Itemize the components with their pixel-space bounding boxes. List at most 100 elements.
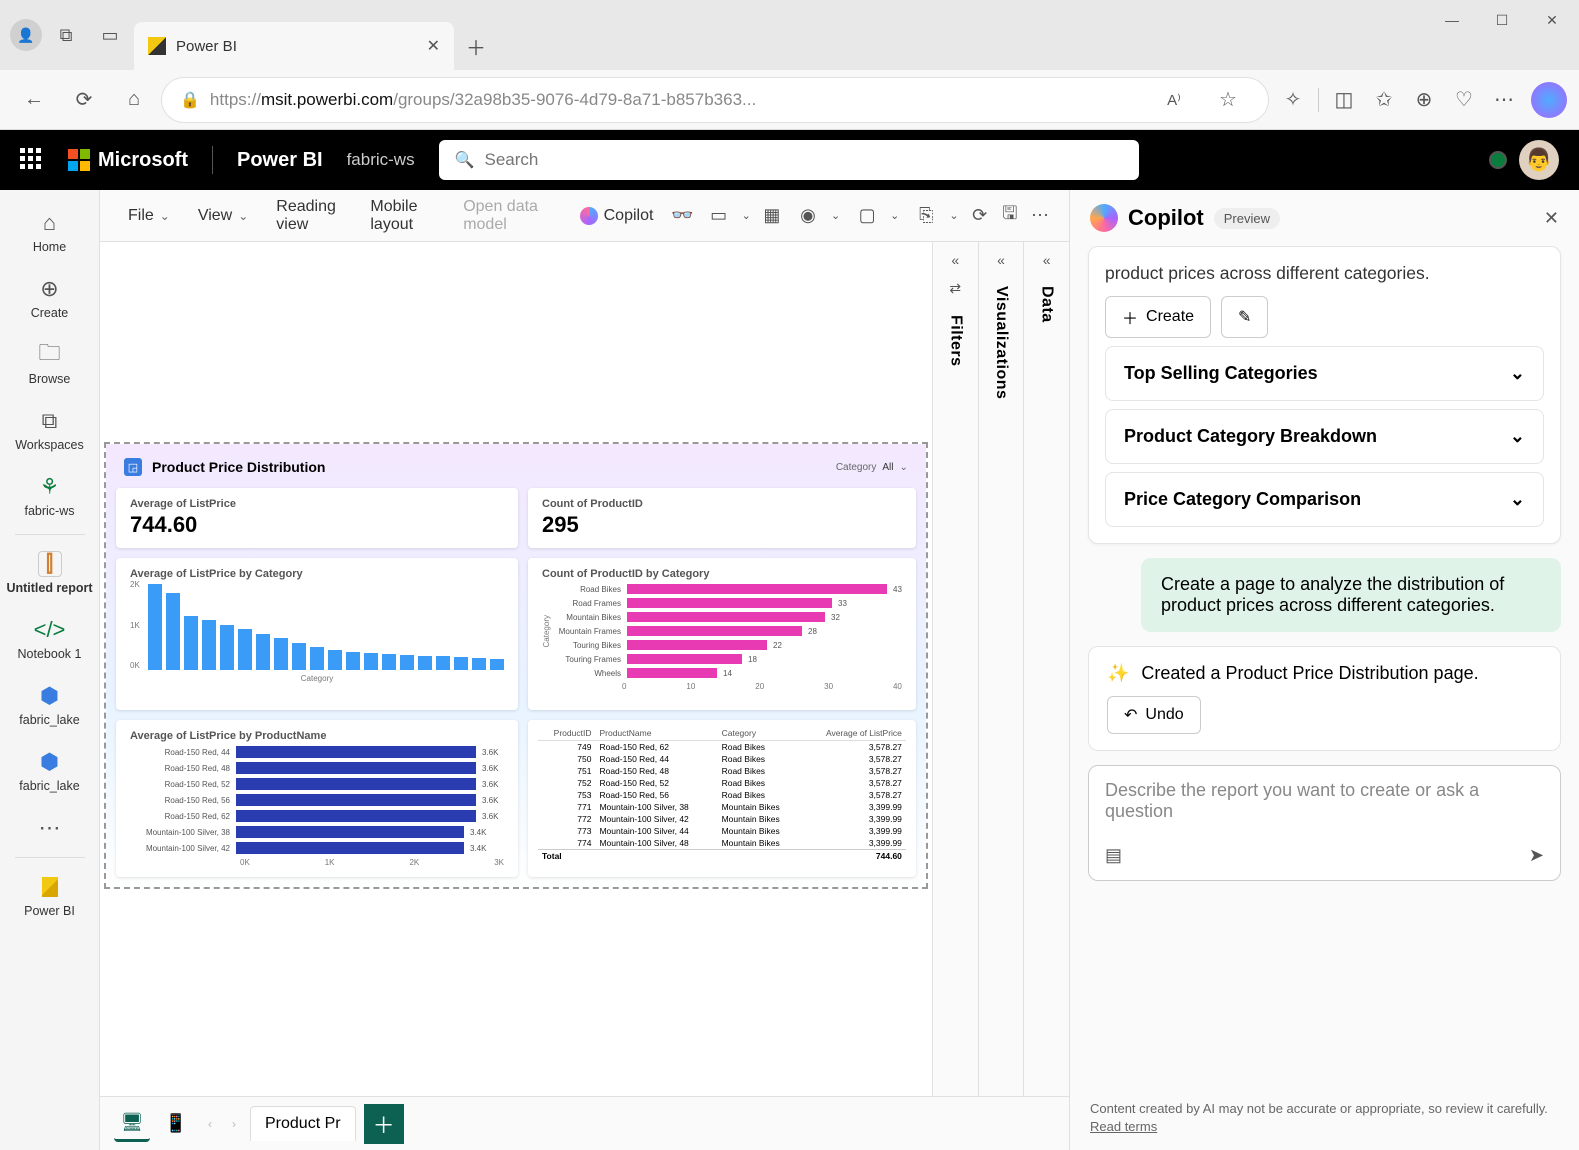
copilot-toolbar-button[interactable]: Copilot [568, 199, 666, 233]
desktop-view-icon[interactable]: 🖥 [114, 1106, 150, 1142]
health-icon[interactable]: ♡ [1445, 78, 1483, 122]
text-box-icon[interactable]: ▭ [700, 197, 738, 235]
maximize-button[interactable]: ☐ [1479, 4, 1525, 36]
split-screen-icon[interactable]: ◫ [1325, 78, 1363, 122]
presence-icon[interactable] [1489, 151, 1507, 169]
prev-page-icon[interactable]: ‹ [202, 1117, 218, 1131]
chart-avg-listprice-productname[interactable]: Average of ListPrice by ProductName Road… [116, 720, 518, 877]
collections-icon[interactable]: ⊕ [1405, 78, 1443, 122]
back-button[interactable]: ← [12, 78, 56, 122]
save-icon[interactable]: 🖫 [997, 197, 1023, 235]
category-slicer[interactable]: Category All ⌄ [836, 462, 908, 473]
expand-icon[interactable]: « [997, 252, 1005, 268]
read-aloud-icon[interactable]: A⁾ [1152, 78, 1196, 122]
nav-fabric-lake-1[interactable]: ⬢fabric_lake [5, 673, 95, 737]
chevron-down-icon[interactable]: ⌄ [886, 209, 903, 222]
view-menu[interactable]: View [186, 199, 260, 233]
nav-create[interactable]: ⊕Create [5, 266, 95, 330]
user-avatar[interactable]: 👨 [1519, 140, 1559, 180]
workspace-name[interactable]: fabric-ws [347, 150, 415, 170]
report-toolbar: File View Reading view Mobile layout Ope… [100, 190, 1069, 242]
input-actions: ▤ ➤ [1105, 845, 1544, 866]
expand-icon[interactable]: « [951, 252, 959, 268]
workspaces-icon[interactable]: ⧉ [46, 15, 86, 55]
page-icon[interactable]: ⎘ [907, 197, 945, 235]
create-button[interactable]: ＋Create [1105, 296, 1211, 338]
brand-text[interactable]: Power BI [237, 149, 323, 172]
close-panel-icon[interactable]: ✕ [1544, 208, 1559, 229]
url-input[interactable]: 🔒 https://msit.powerbi.com/groups/32a98b… [162, 78, 1268, 122]
prompt-guide-icon[interactable]: ▤ [1105, 845, 1122, 866]
shapes-icon[interactable]: ▦ [759, 197, 785, 235]
report-canvas[interactable]: ◲ Product Price Distribution Category Al… [100, 242, 932, 1096]
card-count-productid[interactable]: Count of ProductID 295 [528, 488, 916, 548]
accordion-category-breakdown[interactable]: Product Category Breakdown⌄ [1105, 409, 1544, 464]
page-tab[interactable]: Product Pr [250, 1106, 356, 1141]
nav-fabric-ws[interactable]: ⚘fabric-ws [5, 464, 95, 528]
app-launcher-icon[interactable] [20, 148, 44, 172]
more-icon[interactable]: ⋯ [1027, 197, 1053, 235]
explore-icon[interactable]: 👓 [669, 197, 695, 235]
accordion-label: Top Selling Categories [1124, 363, 1318, 384]
nav-browse[interactable]: 🗀Browse [5, 332, 95, 396]
accordion-top-selling[interactable]: Top Selling Categories⌄ [1105, 346, 1544, 401]
nav-powerbi[interactable]: Power BI [5, 864, 95, 928]
magic-wand-icon: ✨ [1107, 663, 1129, 684]
next-page-icon[interactable]: › [226, 1117, 242, 1131]
copilot-icon[interactable] [1531, 82, 1567, 118]
favorite-icon[interactable]: ☆ [1206, 78, 1250, 122]
chart-avg-listprice-category[interactable]: Average of ListPrice by Category 2K 1K 0… [116, 558, 518, 710]
visualizations-panel-collapsed[interactable]: « Visualizations [978, 242, 1024, 1096]
chevron-down-icon[interactable]: ⌄ [738, 209, 755, 222]
home-button[interactable]: ⌂ [112, 78, 156, 122]
undo-button[interactable]: ↶Undo [1107, 696, 1201, 734]
accordion-price-comparison[interactable]: Price Category Comparison⌄ [1105, 472, 1544, 527]
add-page-button[interactable]: ＋ [364, 1104, 404, 1144]
nav-workspaces[interactable]: ⧉Workspaces [5, 398, 95, 462]
nav-more[interactable]: ⋯ [5, 805, 95, 851]
mobile-view-icon[interactable]: 📱 [158, 1106, 194, 1142]
table-visual[interactable]: ProductIDProductNameCategoryAverage of L… [528, 720, 916, 877]
chevron-down-icon[interactable]: ⌄ [827, 209, 844, 222]
nav-untitled-report[interactable]: ⫿Untitled report [5, 541, 95, 605]
copilot-textarea[interactable] [1105, 780, 1544, 834]
left-nav-rail: ⌂Home ⊕Create 🗀Browse ⧉Workspaces ⚘fabri… [0, 190, 100, 1150]
refresh-button[interactable]: ⟳ [62, 78, 106, 122]
extensions-icon[interactable]: ✧ [1274, 78, 1312, 122]
buttons-icon[interactable]: ◉ [789, 197, 827, 235]
nav-fabric-lake-2[interactable]: ⬢fabric_lake [5, 739, 95, 803]
favorites-icon[interactable]: ✩ [1365, 78, 1403, 122]
profile-avatar-icon[interactable]: 👤 [10, 19, 42, 51]
card-avg-listprice[interactable]: Average of ListPrice 744.60 [116, 488, 518, 548]
microsoft-logo[interactable]: Microsoft [68, 149, 188, 172]
nav-home[interactable]: ⌂Home [5, 200, 95, 264]
workspace-icon: ⚘ [40, 474, 60, 500]
search-bar[interactable]: 🔍 [439, 140, 1139, 180]
data-panel-collapsed[interactable]: « Data [1023, 242, 1069, 1096]
send-icon[interactable]: ➤ [1529, 845, 1544, 866]
close-window-button[interactable]: ✕ [1529, 4, 1575, 36]
chevron-down-icon[interactable]: ⌄ [945, 209, 962, 222]
panel-label: Filters [946, 309, 964, 367]
visual-icon[interactable]: ▢ [848, 197, 886, 235]
edit-button[interactable]: ✎ [1221, 296, 1268, 338]
page-selection[interactable]: ◲ Product Price Distribution Category Al… [104, 442, 928, 889]
filter-icon: ⇄ [949, 280, 961, 297]
chart-count-productid-category[interactable]: Count of ProductID by Category Category … [528, 558, 916, 710]
refresh-icon[interactable]: ⟳ [967, 197, 993, 235]
copilot-input-box[interactable]: ▤ ➤ [1088, 765, 1561, 881]
minimize-button[interactable]: — [1429, 4, 1475, 36]
expand-icon[interactable]: « [1043, 252, 1051, 268]
filters-panel-collapsed[interactable]: « ⇄ Filters [932, 242, 978, 1096]
mobile-layout-button[interactable]: Mobile layout [358, 190, 447, 242]
new-tab-button[interactable]: ＋ [466, 32, 486, 61]
tab-actions-icon[interactable]: ▭ [90, 15, 130, 55]
browser-tab[interactable]: Power BI ✕ [134, 22, 454, 70]
read-terms-link[interactable]: Read terms [1090, 1119, 1157, 1134]
file-menu[interactable]: File [116, 199, 182, 233]
reading-view-button[interactable]: Reading view [264, 190, 354, 242]
search-input[interactable] [485, 150, 1123, 170]
settings-menu-icon[interactable]: ⋯ [1485, 78, 1523, 122]
close-tab-icon[interactable]: ✕ [427, 36, 440, 56]
nav-notebook[interactable]: </>Notebook 1 [5, 607, 95, 671]
